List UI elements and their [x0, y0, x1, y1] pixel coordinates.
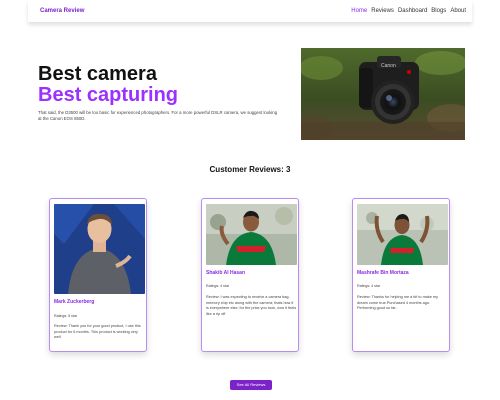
camera-hero-image: Canon — [301, 48, 465, 140]
review-text: Review: Thanks for helping me a bit to m… — [357, 295, 438, 311]
review-text: Review: Thank you for your good product,… — [54, 324, 141, 340]
reviews-section-title: Customer Reviews: 3 — [209, 165, 291, 174]
review-card: Mashrafe Bin Mortaza Ratings: 4 star Rev… — [352, 198, 450, 352]
hero-title: Best camera — [38, 63, 157, 85]
reviewer-name: Shakib Al Hasan — [206, 270, 245, 276]
reviewer-name: Mashrafe Bin Mortaza — [357, 270, 409, 276]
nav-link-reviews[interactable]: Reviews — [371, 8, 394, 14]
review-rating: Ratings: 4 star — [206, 284, 230, 288]
hero-description: That said, the D3500 will be too basic f… — [38, 110, 278, 122]
navbar: Camera Review Home Reviews Dashboard Blo… — [28, 0, 472, 22]
reviewer-name: Mark Zuckerberg — [54, 299, 95, 305]
review-text: Review: I was expecting to receive a cam… — [206, 295, 297, 316]
reviewer-photo — [54, 204, 145, 294]
nav-link-dashboard[interactable]: Dashboard — [398, 8, 427, 14]
reviewer-photo — [357, 204, 448, 265]
svg-text:Canon: Canon — [381, 63, 396, 69]
see-all-reviews-button[interactable]: See All Reviews — [230, 380, 272, 390]
nav-link-blogs[interactable]: Blogs — [431, 8, 446, 14]
reviewer-photo — [206, 204, 297, 265]
review-rating: Ratings: 4 star — [357, 284, 381, 288]
review-rating: Ratings: 5 star — [54, 314, 78, 318]
review-card: Shakib Al Hasan Ratings: 4 star Review: … — [201, 198, 299, 352]
nav-link-about[interactable]: About — [450, 8, 466, 14]
hero-subtitle: Best capturing — [38, 84, 179, 106]
review-card: Mark Zuckerberg Ratings: 5 star Review: … — [49, 198, 147, 352]
nav-link-home[interactable]: Home — [351, 8, 367, 14]
nav-links: Home Reviews Dashboard Blogs About — [351, 8, 466, 14]
brand-logo[interactable]: Camera Review — [40, 8, 84, 14]
